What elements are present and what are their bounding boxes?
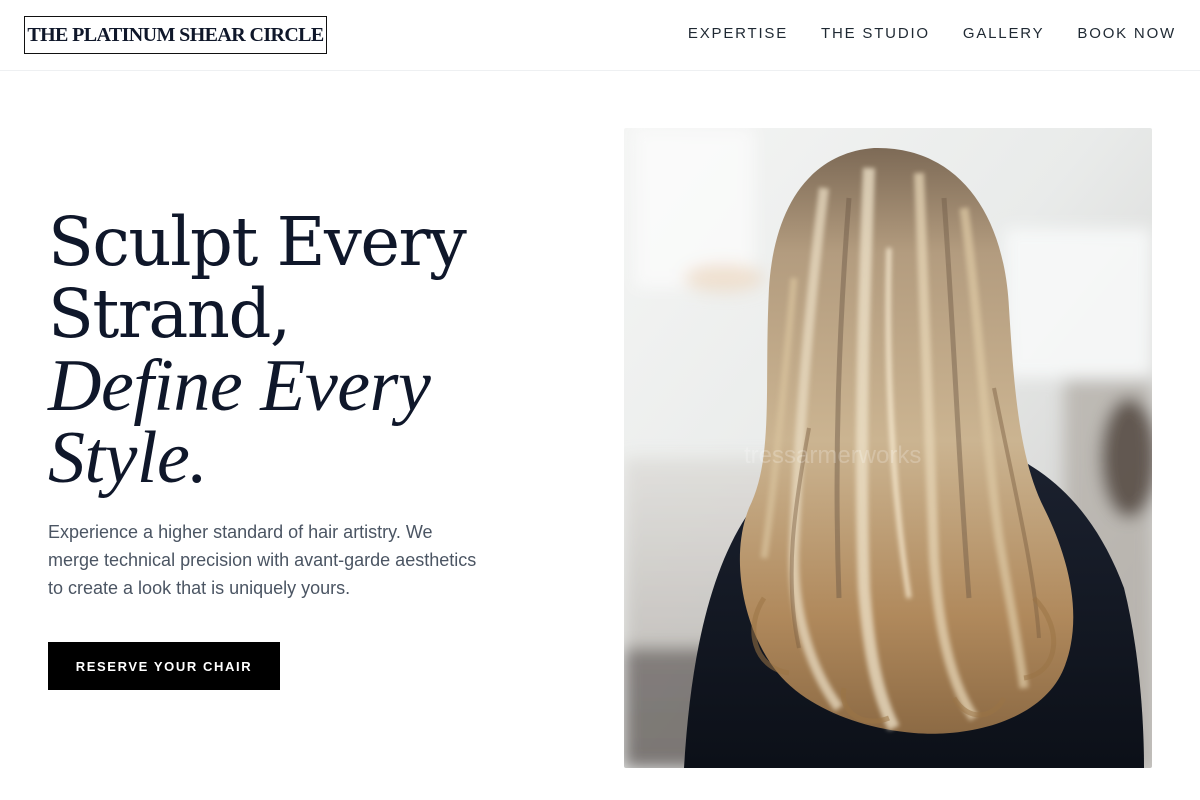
brand-logo[interactable]: THE PLATINUM SHEAR CIRCLE: [24, 16, 327, 54]
hero-title: Sculpt Every Strand, Define Every Style.: [48, 203, 568, 499]
hero-photo: tressarmerworks: [624, 128, 1152, 768]
nav-link-the-studio[interactable]: THE STUDIO: [821, 24, 930, 44]
reserve-chair-button[interactable]: RESERVE YOUR CHAIR: [48, 642, 280, 690]
nav-link-gallery[interactable]: GALLERY: [963, 24, 1045, 44]
site-header: THE PLATINUM SHEAR CIRCLE EXPERTISE THE …: [0, 0, 1200, 71]
hero-title-line-4: Style.: [48, 417, 208, 499]
main-nav: EXPERTISE THE STUDIO GALLERY BOOK NOW: [688, 24, 1176, 44]
hero-description: Experience a higher standard of hair art…: [48, 522, 477, 598]
hair-photo-illustration: tressarmerworks: [624, 128, 1152, 768]
hero-title-line-3: Define Every: [48, 345, 431, 427]
nav-link-book-now[interactable]: BOOK NOW: [1077, 24, 1176, 44]
photo-watermark: tressarmerworks: [744, 442, 921, 469]
hero-title-line-1: Sculpt Every: [48, 203, 467, 281]
nav-link-expertise[interactable]: EXPERTISE: [688, 24, 788, 44]
hero-title-line-2: Strand,: [48, 275, 291, 353]
